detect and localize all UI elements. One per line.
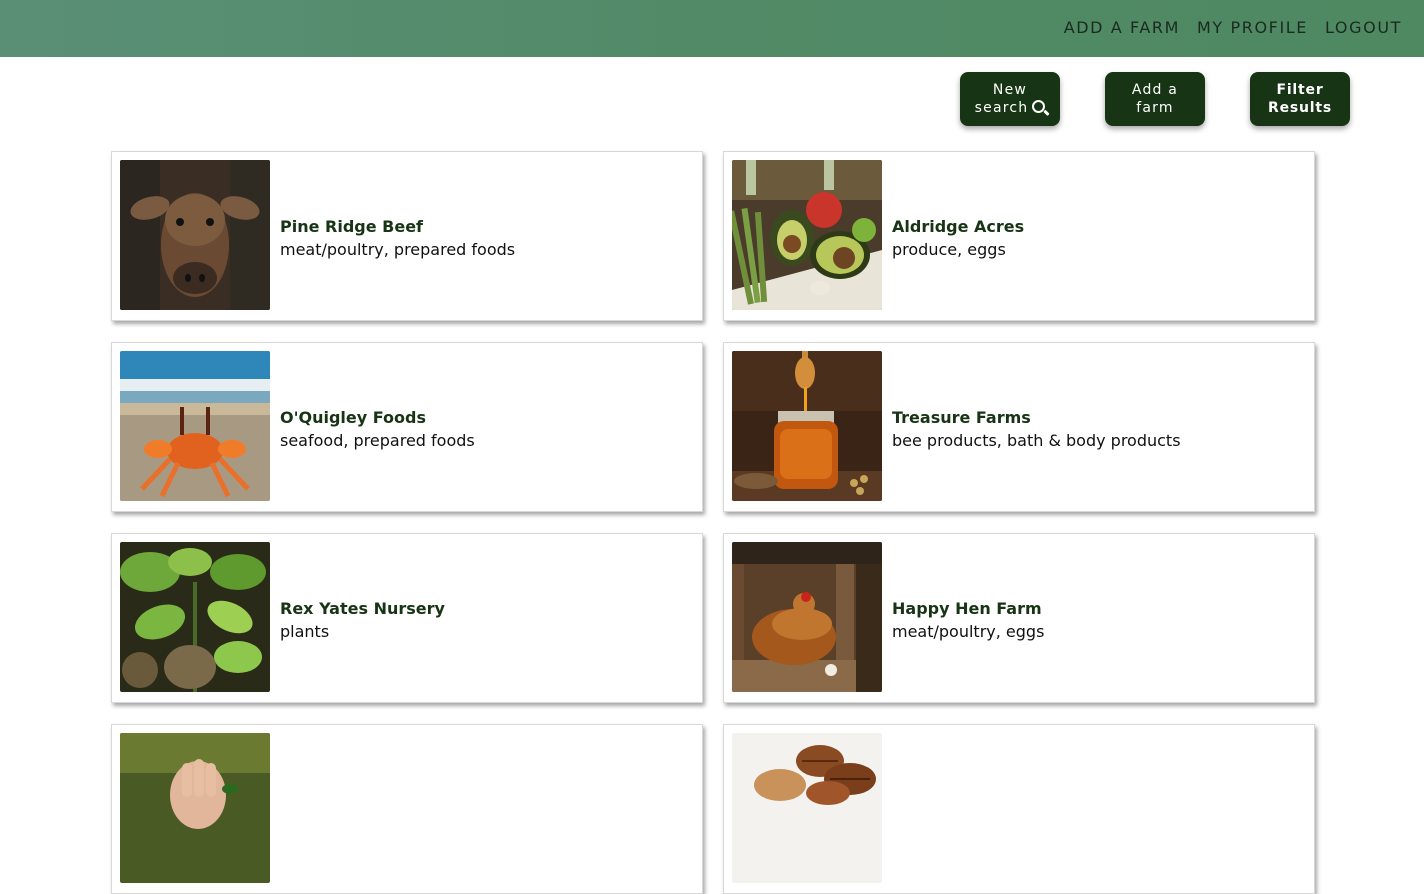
farm-card[interactable]: Treasure Farms bee products, bath & body… xyxy=(723,342,1315,512)
add-farm-label-line1: Add a xyxy=(1131,82,1179,98)
farm-card[interactable]: Rex Yates Nursery plants xyxy=(111,533,703,703)
crab-photo xyxy=(120,351,270,501)
new-search-button[interactable]: New search xyxy=(960,72,1060,126)
filter-results-button[interactable]: Filter Results xyxy=(1250,72,1350,126)
nav-my-profile-link[interactable]: MY PROFILE xyxy=(1197,18,1308,38)
farm-card[interactable]: Aldridge Acres produce, eggs xyxy=(723,151,1315,321)
farm-card[interactable]: Pine Ridge Beef meat/poultry, prepared f… xyxy=(111,151,703,321)
add-farm-button[interactable]: Add a farm xyxy=(1105,72,1205,126)
seedling-photo xyxy=(120,542,270,692)
new-search-label-line1: New xyxy=(992,82,1028,98)
farm-card[interactable] xyxy=(111,724,703,894)
nav-logout-link[interactable]: LOGOUT xyxy=(1325,18,1402,38)
add-farm-label-line2: farm xyxy=(1136,100,1174,116)
nav-add-farm-link[interactable]: ADD A FARM xyxy=(1064,18,1180,38)
farm-card[interactable]: Happy Hen Farm meat/poultry, eggs xyxy=(723,533,1315,703)
honey-photo xyxy=(732,351,882,501)
farm-categories: seafood, prepared foods xyxy=(280,431,475,450)
cow-photo xyxy=(120,160,270,310)
farm-categories: bee products, bath & body products xyxy=(892,431,1181,450)
hand-photo xyxy=(120,733,270,883)
farm-card[interactable]: O'Quigley Foods seafood, prepared foods xyxy=(111,342,703,512)
farm-name: Happy Hen Farm xyxy=(892,599,1042,618)
farm-name: Aldridge Acres xyxy=(892,217,1025,236)
new-search-label-line2: search xyxy=(974,100,1029,116)
search-icon xyxy=(1032,100,1046,113)
farm-categories: meat/poultry, prepared foods xyxy=(280,240,516,259)
farm-name: O'Quigley Foods xyxy=(280,408,427,427)
farm-categories: meat/poultry, eggs xyxy=(892,622,1045,641)
farm-name: Pine Ridge Beef xyxy=(280,217,424,236)
filter-label-line2: Results xyxy=(1268,100,1332,116)
pecans-photo xyxy=(732,733,882,883)
farm-categories: produce, eggs xyxy=(892,240,1006,259)
nav-links: ADD A FARM MY PROFILE LOGOUT xyxy=(1064,18,1402,38)
filter-label-line1: Filter xyxy=(1276,82,1324,98)
farm-name: Treasure Farms xyxy=(892,408,1031,427)
farm-categories: plants xyxy=(280,622,330,641)
vegetables-photo xyxy=(732,160,882,310)
hen-photo xyxy=(732,542,882,692)
farm-name: Rex Yates Nursery xyxy=(280,599,445,618)
farm-card[interactable] xyxy=(723,724,1315,894)
top-navbar: ADD A FARM MY PROFILE LOGOUT xyxy=(0,0,1424,57)
